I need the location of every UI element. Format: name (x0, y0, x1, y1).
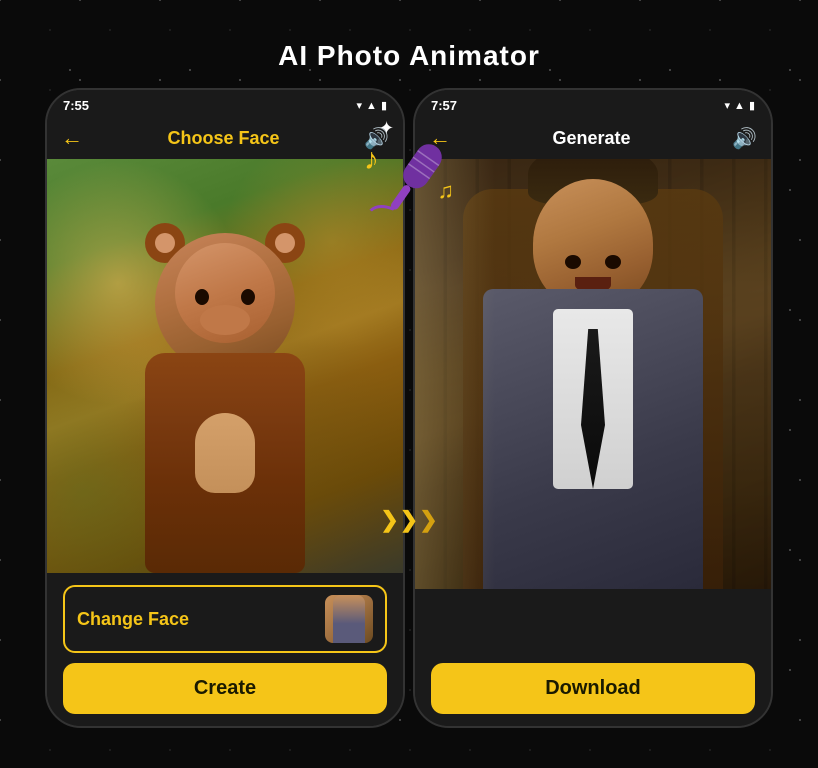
status-time-right: 7:57 (431, 98, 457, 113)
wifi-icon: ▾ (357, 99, 363, 112)
download-button[interactable]: Download (431, 663, 755, 714)
create-button[interactable]: Create (63, 663, 387, 714)
man-eye-left (565, 255, 581, 269)
sound-button-right[interactable]: 🔊 (732, 126, 757, 151)
status-time-left: 7:55 (63, 98, 89, 113)
battery-icon-right: ▮ (749, 99, 755, 112)
signal-icon: ▲ (366, 100, 377, 112)
page-title: AI Photo Animator (278, 40, 540, 72)
signal-icon-right: ▲ (734, 100, 745, 112)
back-button-right[interactable]: ← (429, 125, 451, 151)
nav-bar-right: ← Generate 🔊 (415, 117, 771, 159)
monkey-eye-left (195, 289, 209, 305)
nav-title-left: Choose Face (168, 128, 280, 149)
battery-icon: ▮ (381, 99, 387, 112)
phones-container: 7:55 ▾ ▲ ▮ ← Choose Face 🔊 (45, 88, 773, 728)
wifi-icon-right: ▾ (725, 99, 731, 112)
nav-bar-left: ← Choose Face 🔊 (47, 117, 403, 159)
monkey-eyes (195, 289, 255, 305)
monkey-chest-patch (195, 413, 255, 493)
man-eye-right (605, 255, 621, 269)
phone-left: 7:55 ▾ ▲ ▮ ← Choose Face 🔊 (45, 88, 405, 728)
status-icons-left: ▾ ▲ ▮ (357, 99, 387, 112)
nav-title-right: Generate (553, 128, 631, 149)
monkey-photo (47, 159, 403, 573)
phone-right: 7:57 ▾ ▲ ▮ ← Generate 🔊 (413, 88, 773, 728)
back-button-left[interactable]: ← (61, 125, 83, 151)
man-photo (415, 159, 771, 589)
status-bar-right: 7:57 ▾ ▲ ▮ (415, 90, 771, 117)
left-phone-bottom: Change Face Create (47, 573, 403, 726)
change-face-button[interactable]: Change Face (63, 585, 387, 653)
monkey-mouth (200, 305, 250, 335)
sound-button-left[interactable]: 🔊 (364, 126, 389, 151)
left-image-area (47, 159, 403, 573)
change-face-label: Change Face (77, 609, 189, 630)
monkey-eye-right (241, 289, 255, 305)
right-phone-bottom: Download (415, 589, 771, 726)
status-bar-left: 7:55 ▾ ▲ ▮ (47, 90, 403, 117)
right-image-area (415, 159, 771, 589)
face-thumbnail (325, 595, 373, 643)
status-icons-right: ▾ ▲ ▮ (725, 99, 755, 112)
